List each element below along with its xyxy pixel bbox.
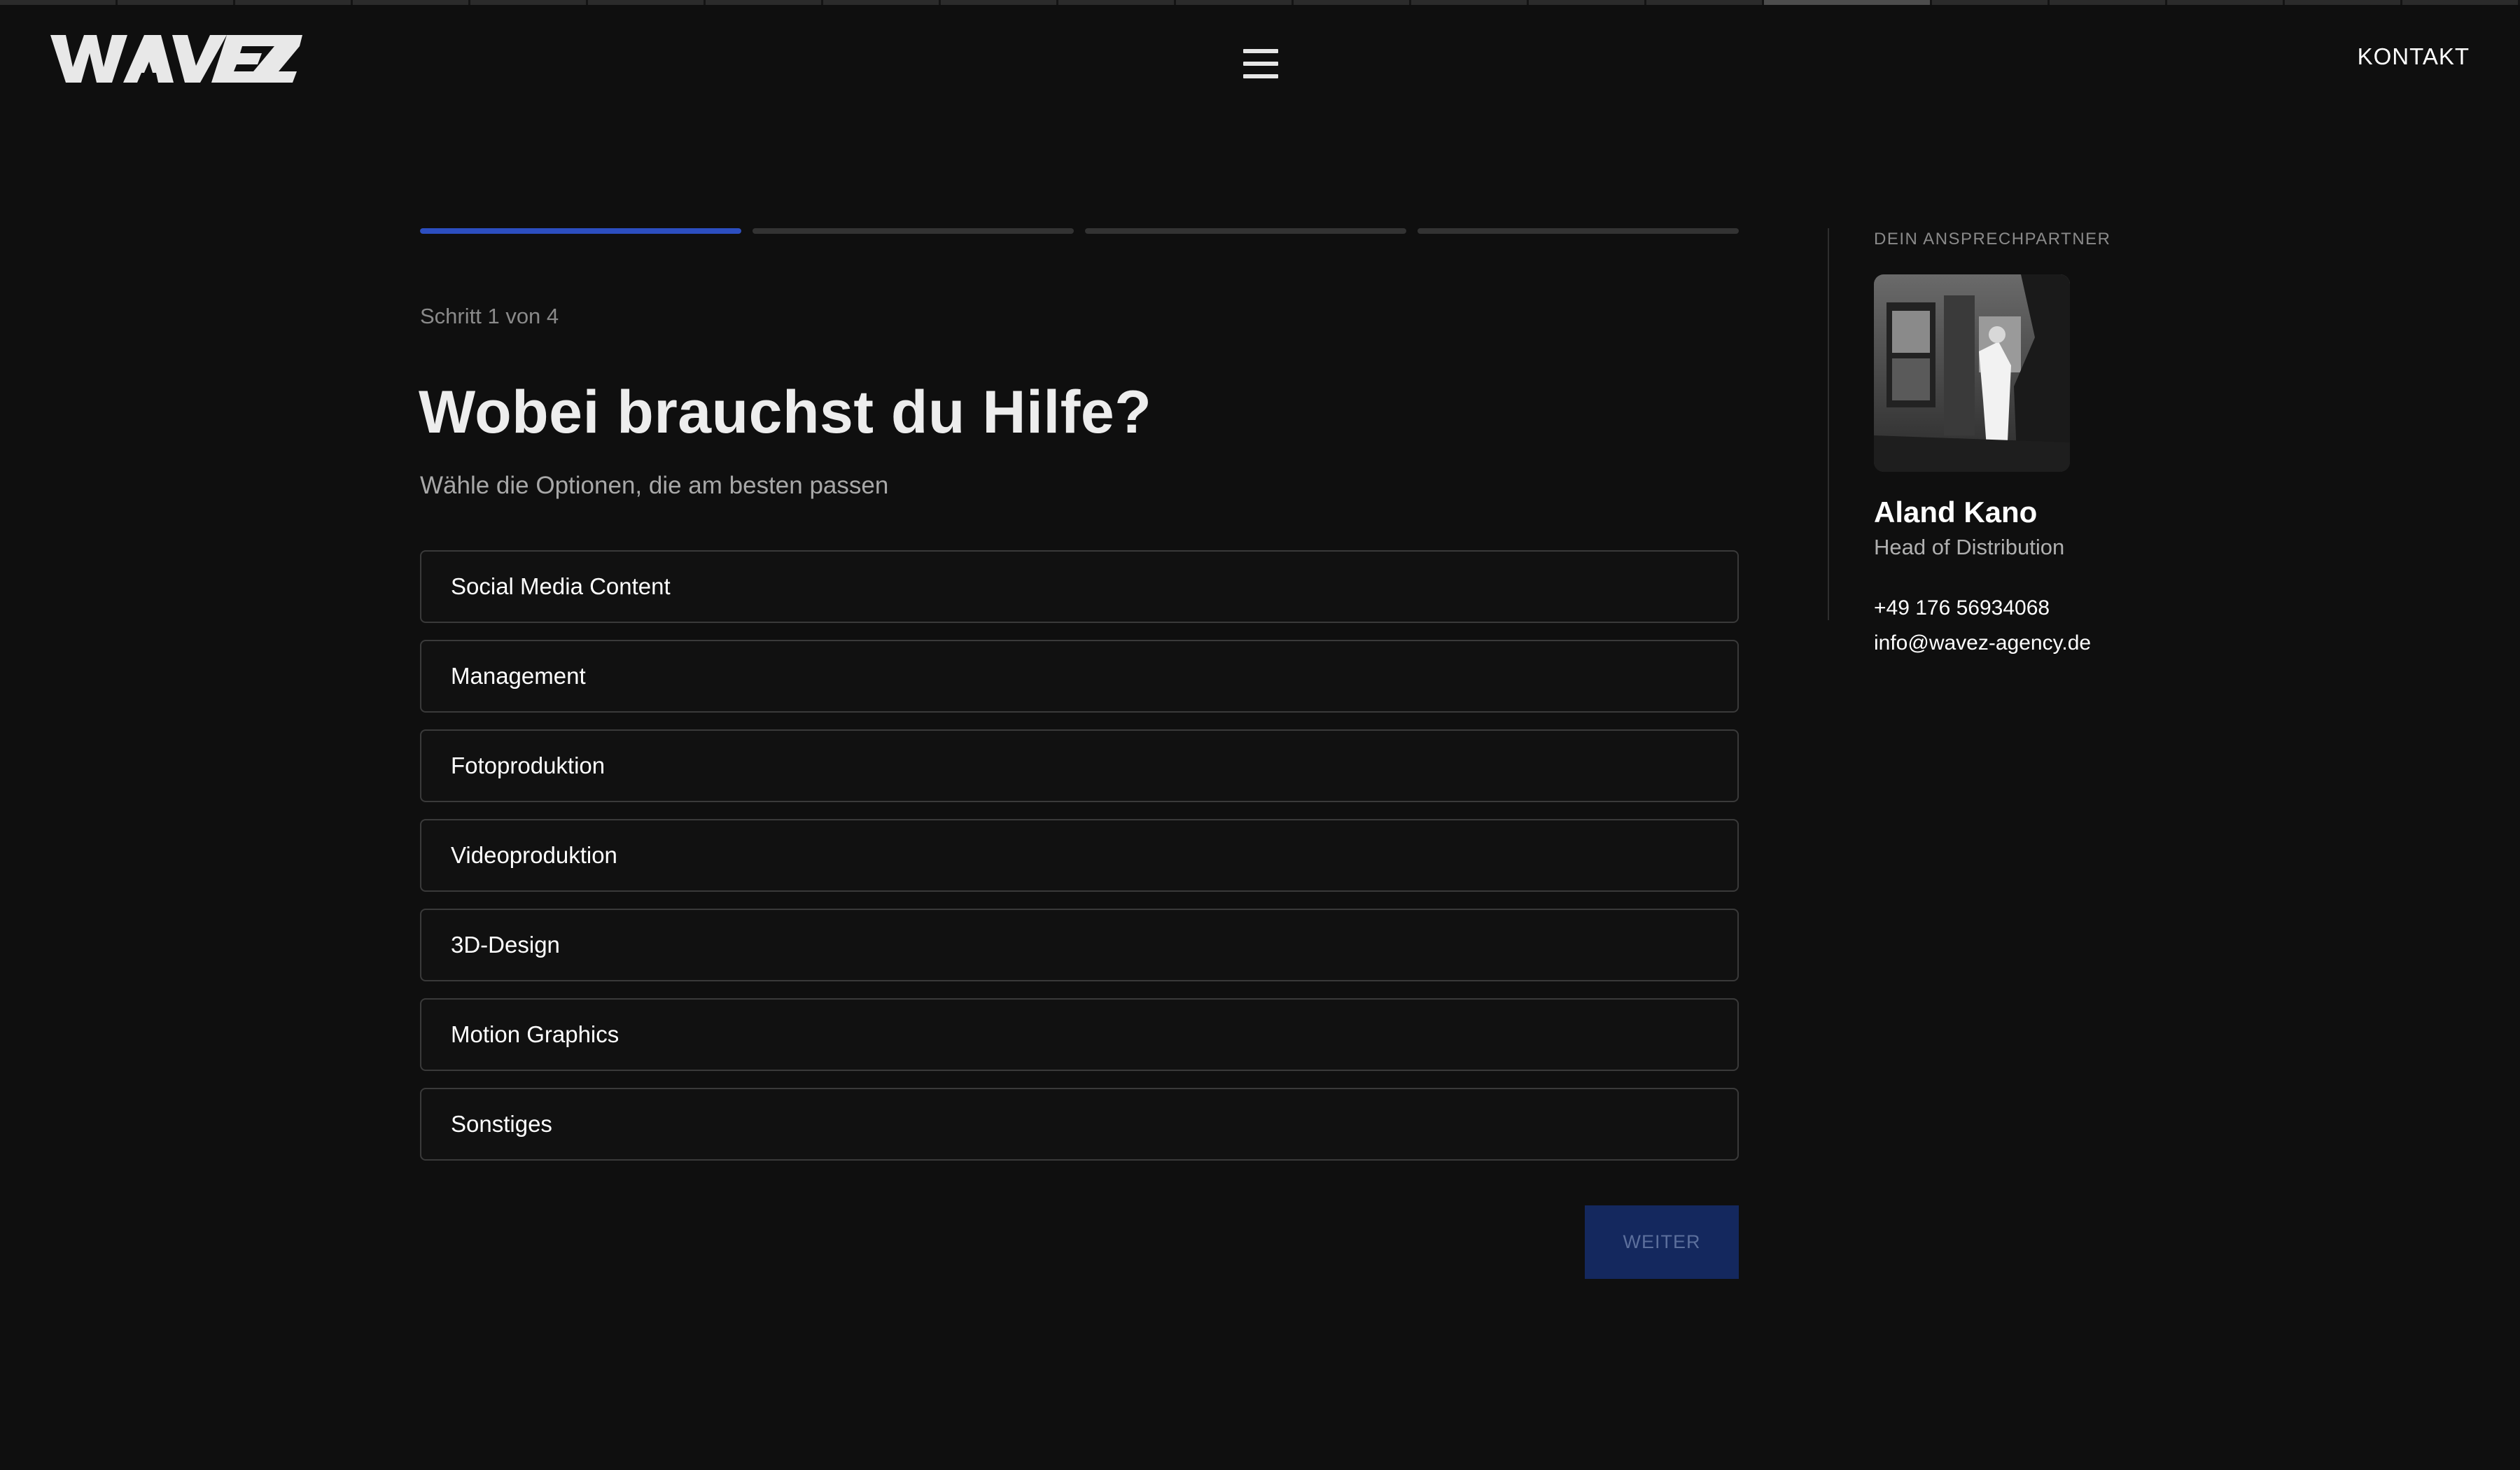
top-strip-segment [118,0,235,5]
top-strip-segment [235,0,353,5]
top-strip-segment [2285,0,2402,5]
hamburger-menu-icon[interactable] [1243,49,1278,78]
contact-phone-link[interactable]: +49 176 56934068 [1874,596,2050,620]
top-strip-segment [1294,0,1411,5]
progress-step-4 [1418,228,1739,234]
top-strip-segment [1411,0,1529,5]
contact-name: Aland Kano [1874,496,2038,528]
progress-fill [420,228,741,234]
top-strip-segment [1058,0,1176,5]
progress-step-2 [752,228,1074,234]
option-motion-graphics[interactable]: Motion Graphics [420,998,1739,1071]
option-label: Sonstiges [451,1111,552,1137]
option-fotoproduktion[interactable]: Fotoproduktion [420,729,1739,802]
step-progress [420,228,1739,234]
page: KONTAKT Schritt 1 von 4 Wobei brauchst d… [0,0,2520,1470]
progress-step-3 [1085,228,1406,234]
top-strip-segment [1764,0,1932,5]
wavez-logo[interactable] [50,34,302,84]
top-strip-segment [941,0,1058,5]
top-strip-segment [1176,0,1294,5]
top-strip-segment [588,0,706,5]
kontakt-link[interactable]: KONTAKT [2358,43,2470,70]
option-label: Management [451,663,586,689]
option-videoproduktion[interactable]: Videoproduktion [420,819,1739,892]
option-3d-design[interactable]: 3D-Design [420,909,1739,981]
top-segment-strip [0,0,2520,5]
top-strip-segment [706,0,823,5]
option-list: Social Media Content Management Fotoprod… [420,550,1739,1177]
option-label: Social Media Content [451,573,671,599]
contact-email-link[interactable]: info@wavez-agency.de [1874,631,2091,655]
option-label: Videoproduktion [451,842,617,868]
contact-photo [1874,274,2070,472]
top-strip-segment [823,0,941,5]
option-sonstiges[interactable]: Sonstiges [420,1088,1739,1161]
option-label: Fotoproduktion [451,752,606,778]
option-label: 3D-Design [451,932,560,958]
top-strip-segment [1529,0,1646,5]
top-strip-segment [2050,0,2167,5]
top-strip-segment [1646,0,1764,5]
top-strip-segment [1932,0,2050,5]
sidebar-divider [1828,228,1829,620]
top-strip-segment [2167,0,2285,5]
page-title: Wobei brauchst du Hilfe? [419,379,1152,446]
contact-role: Head of Distribution [1874,535,2065,559]
step-indicator: Schritt 1 von 4 [420,304,559,328]
top-strip-segment [0,0,118,5]
next-button[interactable]: WEITER [1585,1205,1739,1279]
page-subtitle: Wähle die Optionen, die am besten passen [420,472,889,499]
top-strip-segment [470,0,588,5]
top-strip-segment [353,0,470,5]
contact-section-label: DEIN ANSPRECHPARTNER [1874,230,2111,248]
progress-step-1 [420,228,741,234]
top-strip-segment [2402,0,2520,5]
option-management[interactable]: Management [420,640,1739,713]
option-label: Motion Graphics [451,1021,620,1047]
option-social-media-content[interactable]: Social Media Content [420,550,1739,623]
